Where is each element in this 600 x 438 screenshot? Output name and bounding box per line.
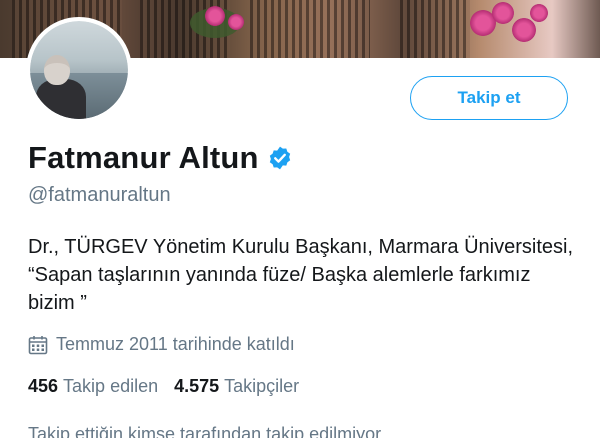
followers-stat[interactable]: 4.575 Takipçiler bbox=[174, 376, 299, 397]
avatar[interactable] bbox=[26, 17, 132, 123]
follow-button[interactable]: Takip et bbox=[410, 76, 568, 120]
followers-label: Takipçiler bbox=[224, 376, 300, 396]
display-name: Fatmanur Altun bbox=[28, 140, 259, 175]
banner-flower bbox=[228, 14, 244, 30]
banner-flower bbox=[512, 18, 536, 42]
banner-shutter-right bbox=[250, 0, 370, 58]
following-count: 456 bbox=[28, 376, 59, 396]
banner-flower bbox=[530, 4, 548, 22]
profile-stats: 456 Takip edilen 4.575 Takipçiler bbox=[28, 376, 299, 397]
followers-count: 4.575 bbox=[174, 376, 220, 396]
banner-flower bbox=[205, 6, 225, 26]
avatar-person-head bbox=[44, 55, 70, 85]
user-handle: @fatmanuraltun bbox=[28, 184, 171, 206]
joined-date: Temmuz 2011 tarihinde katıldı bbox=[56, 334, 295, 354]
joined-date-row: Temmuz 2011 tarihinde katıldı bbox=[28, 334, 295, 355]
banner-flower bbox=[492, 2, 514, 24]
profile-bio: Dr., TÜRGEV Yönetim Kurulu Başkanı, Marm… bbox=[28, 236, 573, 314]
following-stat[interactable]: 456 Takip edilen bbox=[28, 376, 158, 397]
verified-badge-icon bbox=[267, 145, 293, 171]
banner-shutter-far bbox=[400, 0, 470, 58]
followers-you-know-note: Takip ettiğin kimse tarafından takip edi… bbox=[28, 424, 382, 438]
following-label: Takip edilen bbox=[63, 376, 159, 396]
calendar-icon bbox=[28, 335, 48, 355]
avatar-photo bbox=[30, 21, 128, 119]
name-row: Fatmanur Altun bbox=[28, 140, 293, 176]
avatar-person-body bbox=[36, 79, 86, 119]
